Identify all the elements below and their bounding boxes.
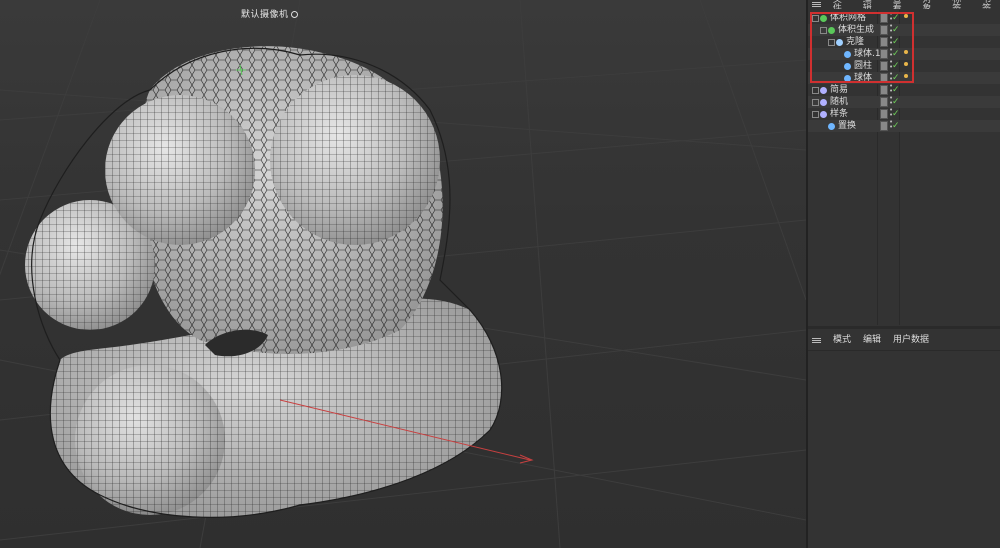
camera-dots-icon [290,11,298,18]
layer-checkbox[interactable] [880,97,888,107]
menu-user-data[interactable]: 用户数据 [893,335,929,345]
spline-icon [820,111,827,118]
menu-view[interactable]: 查看 [893,0,911,9]
tree-item-label: 样条 [830,109,849,119]
menu-edit[interactable]: 编辑 [863,0,881,9]
hamburger-menu-icon[interactable] [812,1,821,8]
tree-row[interactable]: 随机 • • ✓ [808,95,1000,108]
plain-effector-icon [820,87,827,94]
expand-toggle-icon[interactable] [812,111,819,118]
enable-check-icon[interactable]: ✓ [892,108,900,120]
expand-toggle-icon[interactable] [812,99,819,106]
attribute-manager: 模式 编辑 用户数据 [808,329,1000,548]
attribute-manager-menubar: 模式 编辑 用户数据 [808,332,1000,348]
hamburger-menu-icon[interactable] [812,337,821,344]
enable-check-icon[interactable]: ✓ [892,96,900,108]
menu-edit[interactable]: 编辑 [863,335,881,345]
menu-object[interactable]: 对象 [922,0,940,9]
selection-highlight-box [810,12,914,83]
expand-toggle-icon[interactable] [812,87,819,94]
camera-label-text: 默认摄像机 [241,10,289,20]
enable-check-icon[interactable]: ✓ [892,120,900,132]
camera-label[interactable]: 默认摄像机 [241,7,298,20]
menu-bookmarks[interactable]: 书签 [982,0,1000,9]
object-manager-menubar: 文件 编辑 查看 对象 标签 书签 [808,0,1000,9]
menu-tags[interactable]: 标签 [952,0,970,9]
random-effector-icon [820,99,827,106]
3d-viewport[interactable]: 默认摄像机 [0,0,806,548]
viewport-scene [0,0,806,548]
tree-item-label: 置换 [838,121,857,131]
volume-mesh-object[interactable] [25,46,503,518]
tree-row[interactable]: 简易 • • ✓ [808,83,1000,96]
layer-checkbox[interactable] [880,121,888,131]
tree-item-label: 简易 [830,85,849,95]
menu-file[interactable]: 文件 [833,0,851,9]
tree-row[interactable]: 置换 • • ✓ [808,119,1000,132]
layer-checkbox[interactable] [880,109,888,119]
displacer-icon [828,123,835,130]
tree-row[interactable]: 样条 • • ✓ [808,107,1000,120]
menubar-divider [808,350,1000,351]
enable-check-icon[interactable]: ✓ [892,84,900,96]
menu-mode[interactable]: 模式 [833,335,851,345]
layer-checkbox[interactable] [880,85,888,95]
tree-item-label: 随机 [830,97,849,107]
